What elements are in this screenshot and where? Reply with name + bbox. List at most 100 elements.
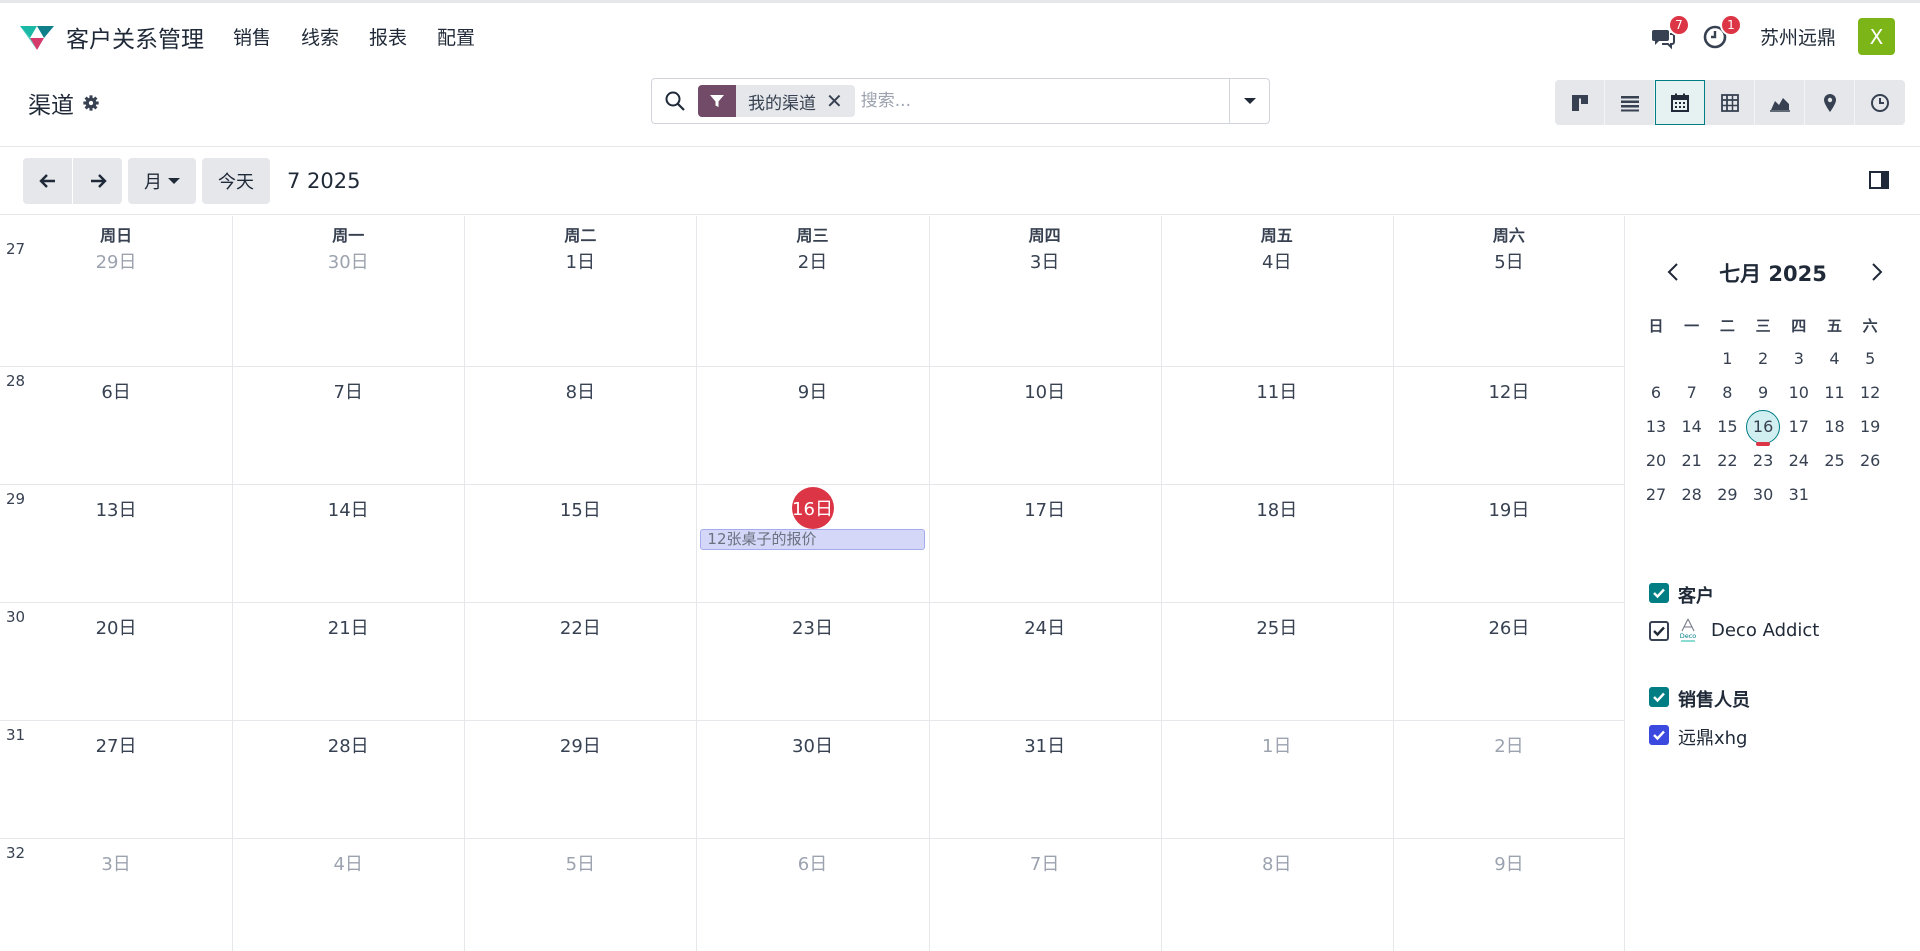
day-number[interactable]: 4日 — [318, 850, 378, 876]
search-input[interactable] — [860, 82, 1229, 120]
day-number[interactable]: 12日 — [1479, 378, 1539, 404]
mini-calendar-day[interactable]: 18 — [1818, 411, 1852, 443]
mini-calendar-day[interactable]: 11 — [1818, 377, 1852, 409]
day-number[interactable]: 6日 — [783, 850, 843, 876]
mini-calendar-day[interactable]: 15 — [1710, 411, 1744, 443]
day-number[interactable]: 20日 — [86, 614, 146, 640]
day-number[interactable]: 4日 — [1247, 248, 1307, 274]
mini-calendar-day[interactable]: 28 — [1675, 479, 1709, 511]
search-options-toggle[interactable] — [1229, 79, 1269, 123]
day-number[interactable]: 26日 — [1479, 614, 1539, 640]
mini-calendar-day[interactable]: 7 — [1675, 377, 1709, 409]
day-number[interactable]: 2日 — [1479, 732, 1539, 758]
day-number[interactable]: 9日 — [783, 378, 843, 404]
salesperson-filter-group-checkbox[interactable] — [1649, 687, 1669, 707]
mini-calendar-day[interactable]: 5 — [1853, 343, 1887, 375]
mini-calendar-day[interactable]: 22 — [1710, 445, 1744, 477]
mini-calendar-day[interactable]: 29 — [1710, 479, 1744, 511]
view-activity-button[interactable] — [1855, 80, 1905, 125]
mini-calendar-day[interactable]: 23 — [1746, 445, 1780, 477]
day-number[interactable]: 2日 — [783, 248, 843, 274]
day-number[interactable]: 7日 — [1015, 850, 1075, 876]
customer-filter-group-checkbox[interactable] — [1649, 583, 1669, 603]
mini-calendar-day[interactable]: 12 — [1853, 377, 1887, 409]
mini-calendar-day[interactable]: 3 — [1782, 343, 1816, 375]
day-number[interactable]: 14日 — [318, 496, 378, 522]
mini-calendar-day[interactable]: 24 — [1782, 445, 1816, 477]
mini-calendar-day[interactable]: 8 — [1710, 377, 1744, 409]
messages-button[interactable]: 7 — [1646, 13, 1690, 54]
day-number[interactable]: 21日 — [318, 614, 378, 640]
menu-item-reporting[interactable]: 报表 — [354, 23, 422, 50]
day-number[interactable]: 6日 — [86, 378, 146, 404]
mini-calendar-day[interactable]: 6 — [1639, 377, 1673, 409]
view-pivot-button[interactable] — [1705, 80, 1755, 125]
deco-addict-filter-checkbox[interactable] — [1649, 621, 1669, 641]
day-number[interactable]: 9日 — [1479, 850, 1539, 876]
day-number[interactable]: 24日 — [1015, 614, 1075, 640]
chevron-right-icon[interactable] — [1864, 260, 1888, 284]
scale-dropdown[interactable]: 月 — [128, 158, 196, 204]
salesperson-filter-checkbox[interactable] — [1649, 725, 1669, 745]
day-number[interactable]: 11日 — [1247, 378, 1307, 404]
view-calendar-button[interactable] — [1655, 80, 1705, 125]
day-number[interactable]: 3日 — [86, 850, 146, 876]
mini-calendar-day[interactable]: 17 — [1782, 411, 1816, 443]
menu-item-configuration[interactable]: 配置 — [422, 23, 490, 50]
day-number[interactable]: 1日 — [1247, 732, 1307, 758]
mini-calendar-day[interactable]: 30 — [1746, 479, 1780, 511]
day-number[interactable]: 23日 — [783, 614, 843, 640]
day-number[interactable]: 10日 — [1015, 378, 1075, 404]
mini-calendar-day[interactable]: 9 — [1746, 377, 1780, 409]
mini-calendar-day[interactable]: 19 — [1853, 411, 1887, 443]
calendar-event[interactable]: 12张桌子的报价 — [700, 529, 925, 550]
gear-icon[interactable] — [82, 94, 100, 112]
view-kanban-button[interactable] — [1555, 80, 1605, 125]
view-graph-button[interactable] — [1755, 80, 1805, 125]
day-number[interactable]: 7日 — [318, 378, 378, 404]
day-number[interactable]: 5日 — [550, 850, 610, 876]
view-list-button[interactable] — [1605, 80, 1655, 125]
day-number[interactable]: 3日 — [1015, 248, 1075, 274]
day-number[interactable]: 22日 — [550, 614, 610, 640]
mini-calendar-day[interactable]: 20 — [1639, 445, 1673, 477]
user-avatar[interactable]: X — [1858, 18, 1895, 55]
company-switcher[interactable]: 苏州远鼎 — [1760, 23, 1836, 50]
day-number[interactable]: 13日 — [86, 496, 146, 522]
mini-calendar-day[interactable]: 16 — [1746, 411, 1780, 443]
remove-facet-button[interactable]: ✕ — [826, 89, 855, 113]
app-brand[interactable]: 客户关系管理 — [18, 20, 204, 54]
mini-calendar-day[interactable]: 25 — [1818, 445, 1852, 477]
mini-calendar-day[interactable]: 21 — [1675, 445, 1709, 477]
day-number[interactable]: 30日 — [318, 248, 378, 274]
mini-calendar-day[interactable]: 4 — [1818, 343, 1852, 375]
day-number[interactable]: 31日 — [1015, 732, 1075, 758]
day-number[interactable]: 29日 — [86, 248, 146, 274]
mini-calendar-day[interactable]: 2 — [1746, 343, 1780, 375]
menu-item-leads[interactable]: 线索 — [286, 23, 354, 50]
day-number[interactable]: 25日 — [1247, 614, 1307, 640]
menu-item-sales[interactable]: 销售 — [218, 23, 286, 50]
day-number[interactable]: 5日 — [1479, 248, 1539, 274]
mini-calendar-day[interactable]: 13 — [1639, 411, 1673, 443]
day-number[interactable]: 29日 — [550, 732, 610, 758]
day-number[interactable]: 27日 — [86, 732, 146, 758]
day-number[interactable]: 1日 — [550, 248, 610, 274]
day-number[interactable]: 8日 — [550, 378, 610, 404]
activities-button[interactable]: 1 — [1698, 13, 1742, 54]
day-number[interactable]: 28日 — [318, 732, 378, 758]
mini-calendar-day[interactable]: 1 — [1710, 343, 1744, 375]
day-number[interactable]: 18日 — [1247, 496, 1307, 522]
day-number[interactable]: 15日 — [550, 496, 610, 522]
day-number[interactable]: 30日 — [783, 732, 843, 758]
today-day-number[interactable]: 16日 — [791, 487, 834, 529]
mini-calendar-day[interactable]: 10 — [1782, 377, 1816, 409]
day-number[interactable]: 17日 — [1015, 496, 1075, 522]
day-number[interactable]: 19日 — [1479, 496, 1539, 522]
mini-calendar-day[interactable]: 14 — [1675, 411, 1709, 443]
mini-calendar-day[interactable]: 26 — [1853, 445, 1887, 477]
day-number[interactable]: 8日 — [1247, 850, 1307, 876]
mini-calendar-day[interactable]: 31 — [1782, 479, 1816, 511]
view-map-button[interactable] — [1805, 80, 1855, 125]
previous-button[interactable] — [23, 158, 72, 204]
